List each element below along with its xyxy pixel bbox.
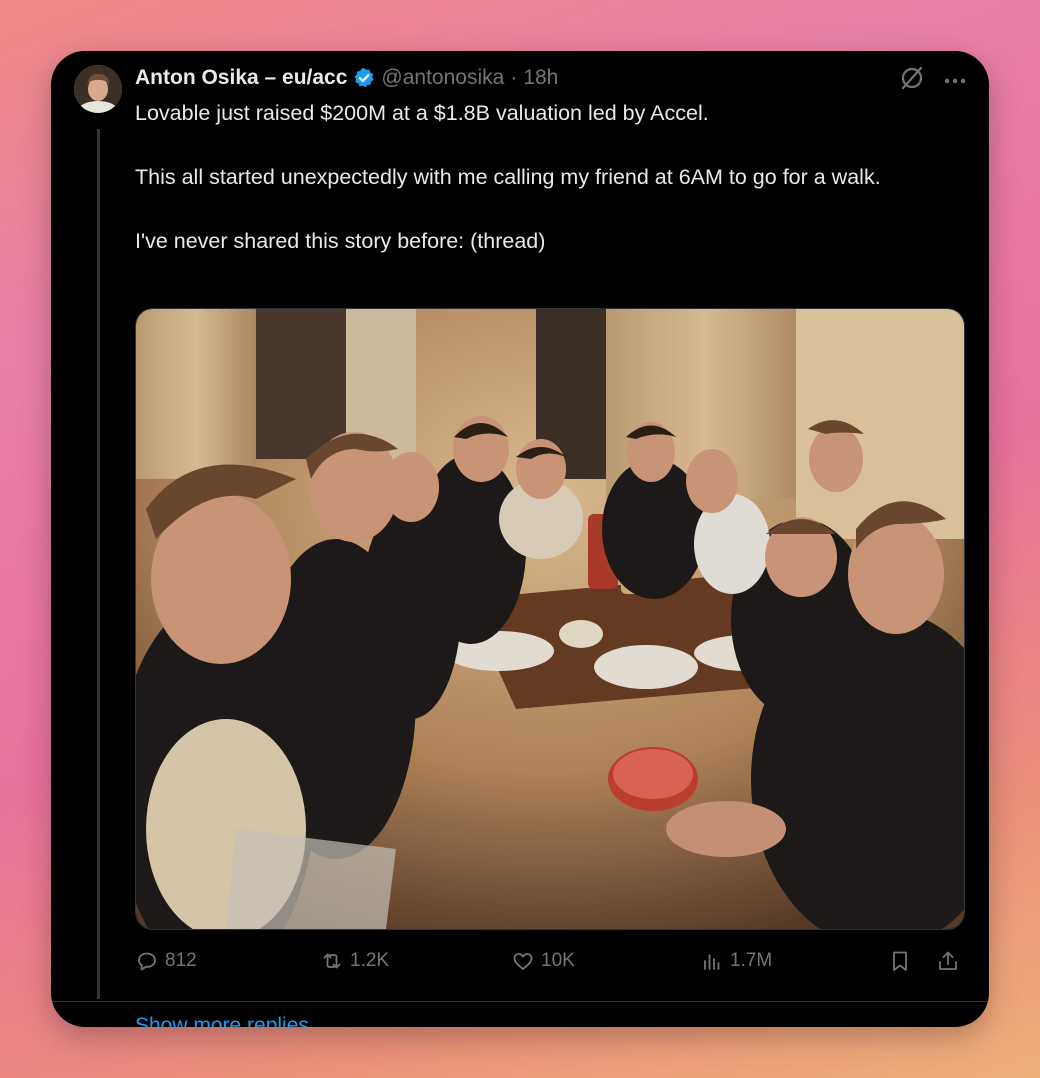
separator-dot: · — [510, 66, 518, 89]
post-top-actions — [899, 65, 967, 91]
more-icon[interactable] — [943, 68, 967, 88]
views-count: 1.7M — [730, 950, 773, 971]
divider — [51, 1001, 989, 1002]
grok-icon[interactable] — [899, 65, 925, 91]
author-name[interactable]: Anton Osika – eu/acc — [135, 66, 347, 90]
thread-line — [97, 129, 100, 999]
author-handle[interactable]: @antonosika — [381, 66, 504, 90]
views-button[interactable]: 1.7M — [700, 949, 772, 973]
reply-count: 812 — [165, 950, 197, 971]
tweet-card: Anton Osika – eu/acc @antonosika · 18h L — [51, 51, 989, 1027]
reply-button[interactable]: 812 — [135, 949, 197, 973]
post-photo[interactable] — [135, 308, 965, 930]
post-text: Lovable just raised $200M at a $1.8B val… — [135, 101, 881, 253]
repost-count: 1.2K — [350, 950, 390, 971]
show-more-replies-link[interactable]: Show more replies — [135, 1014, 309, 1027]
repost-icon — [323, 953, 341, 969]
share-icon — [939, 951, 957, 970]
bookmark-icon — [893, 951, 907, 971]
share-button[interactable] — [936, 949, 960, 973]
heart-icon — [513, 953, 533, 970]
avatar[interactable] — [74, 65, 122, 113]
repost-button[interactable]: 1.2K — [320, 949, 389, 973]
views-icon — [704, 954, 720, 970]
post-header: Anton Osika – eu/acc @antonosika · 18h — [135, 63, 558, 93]
post-time[interactable]: 18h — [523, 66, 558, 90]
reply-icon — [138, 952, 156, 971]
post-actions: 812 1.2K 10K 1.7M — [135, 949, 963, 985]
verified-badge-icon — [353, 67, 375, 89]
bookmark-button[interactable] — [888, 949, 912, 973]
like-count: 10K — [541, 950, 575, 971]
like-button[interactable]: 10K — [511, 949, 575, 973]
